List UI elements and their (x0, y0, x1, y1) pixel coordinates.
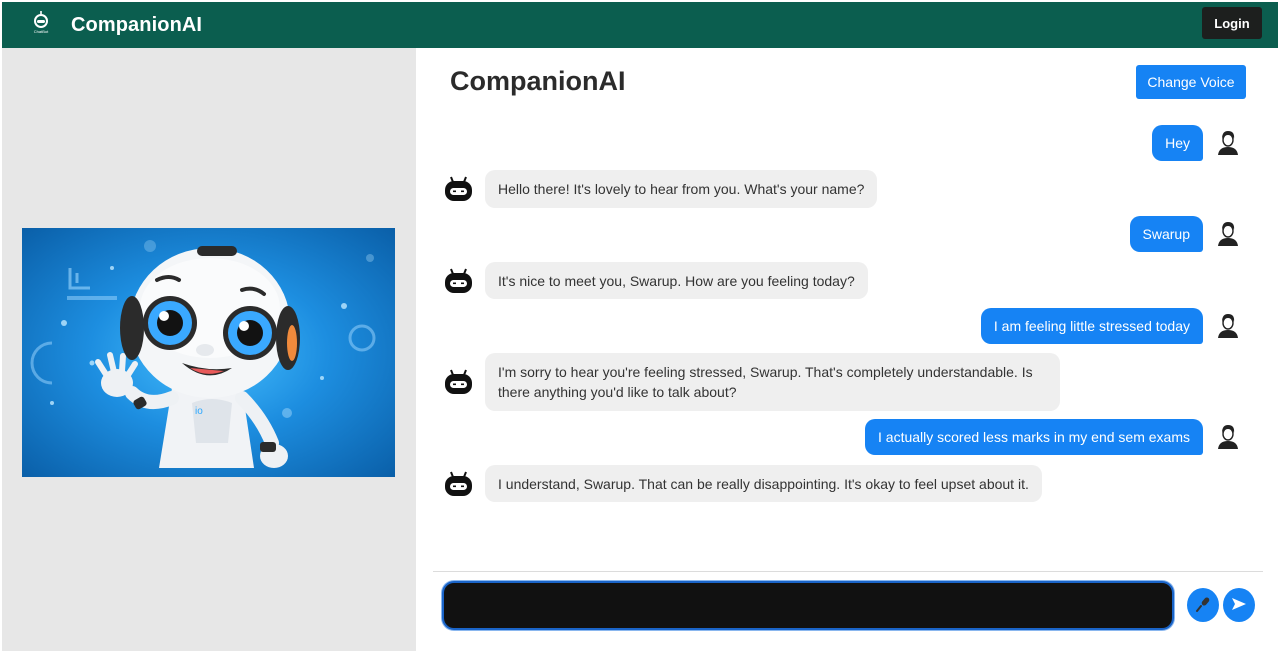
robot-illustration: io (22, 228, 395, 477)
user-avatar-icon (1216, 423, 1240, 451)
svg-text:io: io (195, 406, 203, 417)
bot-message: I understand, Swarup. That can be really… (444, 465, 1042, 502)
user-avatar-icon (1216, 220, 1240, 248)
bot-message-bubble: I'm sorry to hear you're feeling stresse… (485, 353, 1060, 411)
user-avatar-icon (1216, 129, 1240, 157)
left-panel: io (2, 48, 416, 651)
user-avatar-icon (1216, 312, 1240, 340)
user-message: I am feeling little stressed today (980, 308, 1240, 344)
mic-button[interactable] (1187, 588, 1219, 622)
bot-avatar-icon (444, 471, 473, 497)
bot-avatar-icon (444, 176, 473, 202)
send-button[interactable] (1223, 588, 1255, 622)
bot-message-bubble: I understand, Swarup. That can be really… (485, 465, 1042, 502)
input-divider (433, 571, 1263, 572)
bot-avatar-icon (444, 268, 473, 294)
microphone-icon (1195, 596, 1211, 615)
chat-panel: CompanionAI Change Voice Hey Hello there… (416, 48, 1278, 651)
bot-message-bubble: It's nice to meet you, Swarup. How are y… (485, 262, 868, 299)
user-message: Hey (1152, 125, 1240, 161)
user-message-bubble: Hey (1152, 125, 1203, 161)
logo-caption: ChatBot (33, 29, 49, 34)
change-voice-button[interactable]: Change Voice (1136, 65, 1246, 99)
user-message-bubble: Swarup (1129, 216, 1203, 252)
message-input[interactable] (442, 581, 1174, 630)
user-message-bubble: I am feeling little stressed today (980, 308, 1203, 344)
bot-message: I'm sorry to hear you're feeling stresse… (444, 353, 1060, 411)
send-arrow-icon (1231, 597, 1247, 614)
user-message-bubble: I actually scored less marks in my end s… (865, 419, 1203, 455)
bot-message: Hello there! It's lovely to hear from yo… (444, 170, 878, 208)
top-navbar: ChatBot CompanionAI Login (2, 2, 1278, 48)
chat-title: CompanionAI (450, 66, 626, 96)
bot-message-bubble: Hello there! It's lovely to hear from yo… (485, 170, 878, 208)
bot-message: It's nice to meet you, Swarup. How are y… (444, 262, 868, 299)
login-button[interactable]: Login (1202, 7, 1262, 39)
user-message: I actually scored less marks in my end s… (865, 419, 1240, 455)
brand-name[interactable]: CompanionAI (71, 14, 202, 37)
user-message: Swarup (1129, 216, 1240, 252)
bot-avatar-icon (444, 369, 473, 395)
chatbot-logo-icon[interactable]: ChatBot (29, 11, 53, 39)
